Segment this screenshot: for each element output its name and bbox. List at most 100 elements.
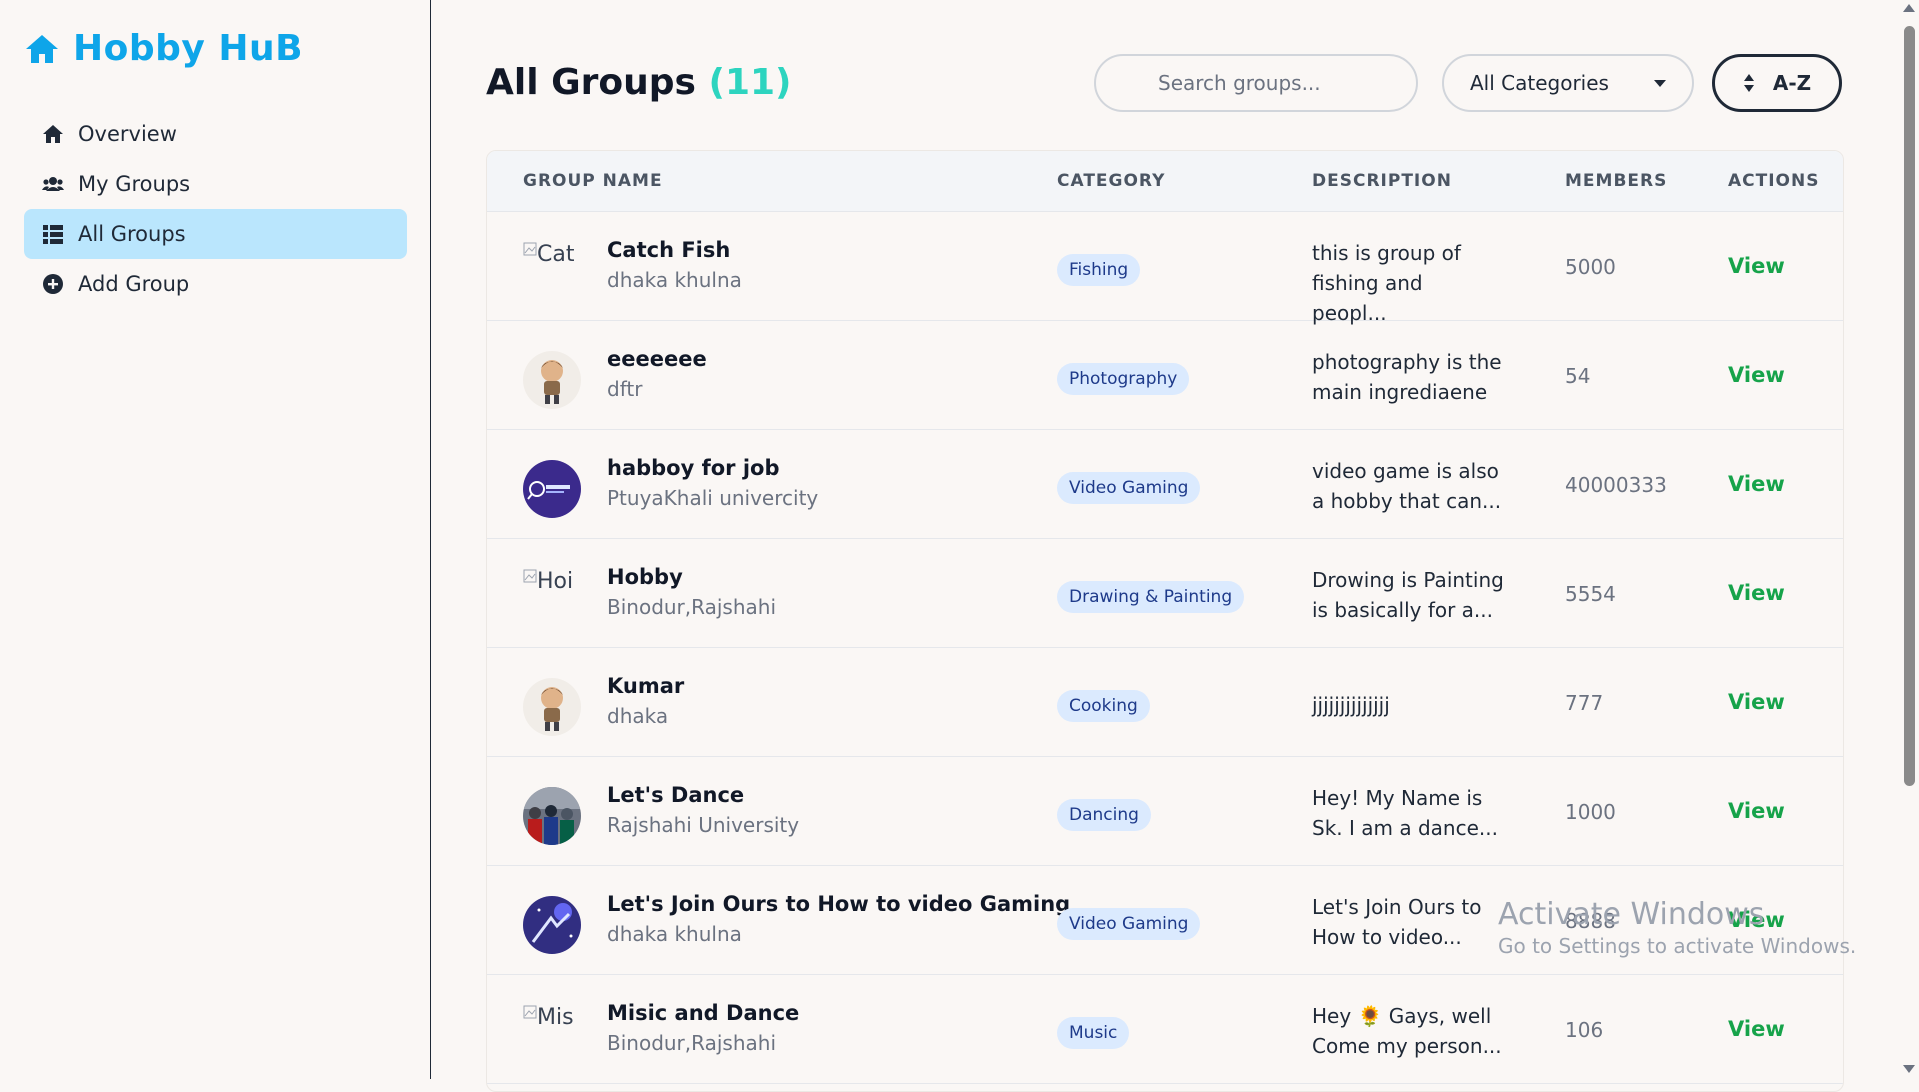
group-description: Hey 🌻 Gays, well Come my person... bbox=[1312, 1001, 1502, 1061]
category-badge: Cooking bbox=[1057, 690, 1150, 722]
view-button[interactable]: View bbox=[1728, 254, 1785, 278]
group-avatar bbox=[523, 351, 581, 409]
scroll-up-arrow-icon[interactable] bbox=[1903, 4, 1915, 12]
table-row: eeeeeee dftr Photography photography is … bbox=[487, 321, 1843, 430]
search-input[interactable] bbox=[1156, 70, 1400, 96]
plus-circle-icon bbox=[43, 274, 63, 294]
group-description: video game is also a hobby that can... bbox=[1312, 456, 1502, 516]
scrollbar-thumb[interactable] bbox=[1904, 26, 1915, 786]
group-image-broken: Hoi bbox=[523, 569, 583, 627]
page-title-text: All Groups bbox=[486, 62, 696, 103]
sort-label: A-Z bbox=[1772, 71, 1812, 95]
category-badge: Music bbox=[1057, 1017, 1130, 1049]
description-line: Let's Join Ours to bbox=[1312, 895, 1482, 919]
group-name: Kumar bbox=[607, 674, 685, 698]
job-track-logo-avatar bbox=[523, 460, 581, 518]
table-row: Kumar dhaka Cooking jjjjjjjjjjjjjj 777 V… bbox=[487, 648, 1843, 757]
view-button[interactable]: View bbox=[1728, 581, 1785, 605]
member-count: 777 bbox=[1565, 691, 1604, 715]
group-avatar bbox=[523, 787, 581, 845]
sidebar-item-label: Overview bbox=[78, 122, 177, 146]
description-line: Hey! My Name is bbox=[1312, 786, 1483, 810]
group-location: Rajshahi University bbox=[607, 813, 800, 837]
category-badge: Video Gaming bbox=[1057, 908, 1201, 940]
view-button[interactable]: View bbox=[1728, 690, 1785, 714]
table-row: habboy for job PtuyaKhali univercity Vid… bbox=[487, 430, 1843, 539]
image-alt-text: Mis bbox=[537, 1005, 574, 1030]
scroll-down-arrow-icon[interactable] bbox=[1903, 1065, 1915, 1073]
table-header: GROUP NAME CATEGORY DESCRIPTION MEMBERS … bbox=[487, 151, 1843, 212]
sidebar-item-label: My Groups bbox=[78, 172, 191, 196]
sidebar-nav: Overview My Groups All Groups Add Group bbox=[24, 109, 407, 309]
search-box[interactable] bbox=[1094, 54, 1418, 112]
description-line: fishing and peopl... bbox=[1312, 271, 1423, 325]
member-count: 5000 bbox=[1565, 255, 1616, 279]
header-group-name: GROUP NAME bbox=[523, 171, 663, 191]
category-badge: Dancing bbox=[1057, 799, 1151, 831]
group-avatar bbox=[523, 896, 581, 954]
sidebar-item-add-group[interactable]: Add Group bbox=[24, 259, 407, 309]
view-button[interactable]: View bbox=[1728, 799, 1785, 823]
group-name: eeeeeee bbox=[607, 347, 707, 371]
description-line: Hey 🌻 Gays, well bbox=[1312, 1004, 1492, 1028]
group-name: Hobby bbox=[607, 565, 683, 589]
category-badge: Fishing bbox=[1057, 254, 1141, 286]
group-image-broken: Mis bbox=[523, 1005, 583, 1063]
view-button[interactable]: View bbox=[1728, 1017, 1785, 1041]
category-badge: Video Gaming bbox=[1057, 472, 1201, 504]
group-description: jjjjjjjjjjjjjj bbox=[1312, 690, 1502, 720]
group-name: Let's Dance bbox=[607, 783, 745, 807]
description-line: main ingrediaene bbox=[1312, 380, 1488, 404]
watermark-title: Activate Windows bbox=[1498, 897, 1765, 932]
group-description: photography is the main ingrediaene bbox=[1312, 347, 1502, 407]
sidebar-item-label: All Groups bbox=[78, 222, 186, 246]
description-line: photography is the bbox=[1312, 350, 1502, 374]
caret-down-icon bbox=[1654, 80, 1666, 87]
description-line: is basically for a... bbox=[1312, 598, 1494, 622]
view-button[interactable]: View bbox=[1728, 363, 1785, 387]
main-content: All Groups (11) All Categories A-Z GROUP… bbox=[432, 0, 1898, 1092]
member-count: 54 bbox=[1565, 364, 1591, 388]
member-count: 106 bbox=[1565, 1018, 1604, 1042]
sidebar-item-overview[interactable]: Overview bbox=[24, 109, 407, 159]
group-name: Misic and Dance bbox=[607, 1001, 800, 1025]
description-line: Drowing is Painting bbox=[1312, 568, 1504, 592]
page-title: All Groups (11) bbox=[486, 62, 792, 103]
windows-activation-watermark: Activate Windows Go to Settings to activ… bbox=[1498, 897, 1856, 958]
group-image-broken: Cat bbox=[523, 242, 583, 300]
header-category: CATEGORY bbox=[1057, 171, 1166, 191]
group-location: Binodur,Rajshahi bbox=[607, 1031, 776, 1055]
table-row: Let's Dance Rajshahi University Dancing … bbox=[487, 757, 1843, 866]
group-count: (11) bbox=[708, 62, 792, 103]
group-description: Let's Join Ours to How to video... bbox=[1312, 892, 1502, 952]
sort-icon bbox=[1743, 74, 1754, 92]
brand-logo[interactable]: Hobby HuB bbox=[25, 28, 303, 69]
table-row: Cat Catch Fish dhaka khulna Fishing this… bbox=[487, 212, 1843, 325]
sidebar-item-all-groups[interactable]: All Groups bbox=[24, 209, 407, 259]
home-icon bbox=[43, 125, 63, 143]
image-alt-text: Hoi bbox=[537, 569, 574, 594]
sort-button[interactable]: A-Z bbox=[1712, 54, 1842, 112]
group-description: Drowing is Painting is basically for a... bbox=[1312, 565, 1512, 625]
category-select[interactable]: All Categories bbox=[1442, 54, 1694, 112]
description-line: video game is also bbox=[1312, 459, 1499, 483]
group-description: Hey! My Name is Sk. I am a dance... bbox=[1312, 783, 1502, 843]
sidebar-item-label: Add Group bbox=[78, 272, 190, 296]
group-avatar bbox=[523, 460, 581, 518]
header-description: DESCRIPTION bbox=[1312, 171, 1452, 191]
sidebar-item-my-groups[interactable]: My Groups bbox=[24, 159, 407, 209]
description-line: Come my person... bbox=[1312, 1034, 1502, 1058]
group-location: dftr bbox=[607, 377, 643, 401]
group-name: Catch Fish bbox=[607, 238, 731, 262]
group-description: this is group of fishing and peopl... bbox=[1312, 238, 1502, 328]
group-location: Binodur,Rajshahi bbox=[607, 595, 776, 619]
header-members: MEMBERS bbox=[1565, 171, 1668, 191]
description-line: this is group of bbox=[1312, 241, 1461, 265]
group-location: dhaka khulna bbox=[607, 922, 742, 946]
description-line: Sk. I am a dance... bbox=[1312, 816, 1498, 840]
group-name: habboy for job bbox=[607, 456, 780, 480]
category-select-value: All Categories bbox=[1470, 71, 1609, 95]
cartoon-boy-avatar bbox=[523, 351, 581, 409]
member-count: 40000333 bbox=[1565, 473, 1667, 497]
view-button[interactable]: View bbox=[1728, 472, 1785, 496]
